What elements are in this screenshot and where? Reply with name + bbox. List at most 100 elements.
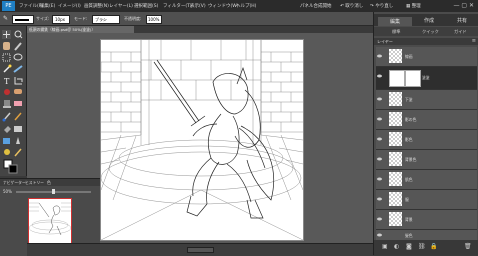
eraser-tool-icon <box>14 101 22 106</box>
eyedropper-tool-icon <box>14 42 22 51</box>
layer-mask-thumbnail <box>405 70 421 87</box>
zoom-slider[interactable] <box>16 189 91 194</box>
menu-help[interactable]: ヘルプ(H) <box>236 3 256 9</box>
pencil-tool-icon <box>14 148 22 157</box>
layer-row[interactable]: 線画 <box>376 47 477 67</box>
layer-row-active[interactable]: 塗塗 <box>376 67 477 90</box>
menu-layer[interactable]: レイヤー(L) <box>109 3 133 9</box>
size-value: 10px <box>55 17 65 22</box>
navigator-zoom: 50% <box>3 189 12 194</box>
redo-label: やり直し <box>375 4 394 9</box>
layer-row[interactable]: 肌色 <box>376 170 477 190</box>
layer-name: 線画 <box>405 54 413 59</box>
partner-button[interactable]: パネル合成開始 <box>300 3 332 9</box>
visibility-eye-icon[interactable] <box>377 157 382 161</box>
mode-select[interactable]: ブラシ <box>92 15 120 24</box>
layer-name: 肌色 <box>405 177 413 182</box>
trash-icon[interactable]: 🗑 <box>464 243 472 250</box>
menu-adjust[interactable]: 画質調整(N) <box>84 3 109 9</box>
zoom-tool-icon <box>14 30 23 39</box>
size-field[interactable]: 10px <box>52 15 70 24</box>
shape-tool-icon <box>3 138 10 144</box>
size-label: サイズ: <box>36 16 50 21</box>
layer-thumbnail <box>389 49 402 63</box>
visibility-eye-icon[interactable] <box>377 137 382 141</box>
crop-tool-icon <box>14 77 23 85</box>
tab-share[interactable]: 共有 <box>446 17 478 24</box>
adjustment-layer-icon[interactable]: ◐ <box>394 243 399 250</box>
mode-tabs: 編集 作成 共有 <box>374 14 478 26</box>
visibility-eye-icon[interactable] <box>377 74 382 78</box>
horizontal-scrollbar[interactable] <box>187 247 214 253</box>
menu-view[interactable]: 表示(V) <box>190 3 206 9</box>
tab-create[interactable]: 作成 <box>412 17 446 24</box>
layer-row[interactable]: 影の色 <box>376 110 477 130</box>
lasso-tool-icon <box>13 53 23 61</box>
layer-name: 髪色 <box>405 233 413 238</box>
layers-title: レイヤー <box>377 39 393 44</box>
mask-icon[interactable]: ◙ <box>406 243 412 250</box>
new-layer-icon[interactable]: ▣ <box>382 243 388 250</box>
layer-row[interactable]: 背景 <box>376 210 477 230</box>
zoom-slider-handle[interactable] <box>52 189 55 194</box>
visibility-eye-icon[interactable] <box>377 177 382 181</box>
tab-navigator[interactable]: ナビゲーター <box>3 180 26 186</box>
right-panel: 編集 作成 共有 標準 クイック ガイド レイヤー ≡ 線画 塗塗 下塗 影の色… <box>373 12 478 255</box>
organizer-button[interactable]: ▦ 整理 <box>406 3 421 9</box>
red-eye-tool-icon <box>4 89 10 95</box>
menu-select[interactable]: 選択範囲(S) <box>134 3 158 9</box>
spot-healing-tool-icon <box>14 89 22 94</box>
gradient-tool-icon <box>14 126 22 132</box>
subtab-quick[interactable]: クイック <box>422 29 439 35</box>
quick-select-tool-icon <box>13 65 23 73</box>
opacity-label: 不透明度: <box>124 16 142 21</box>
layer-row[interactable]: 背景色 <box>376 150 477 170</box>
marquee-tool-icon <box>2 53 11 62</box>
document-tab[interactable]: 低頭の鋼鉄（線画.psd＠ 50%(塗塗)） <box>27 26 134 33</box>
undo-button[interactable]: ↶ 取り消し <box>340 3 363 9</box>
tab-color[interactable]: 色 <box>47 180 51 186</box>
tools-grid: T <box>2 30 23 174</box>
tab-history[interactable]: ヒストリー <box>25 180 44 186</box>
background-color-swatch <box>8 164 18 174</box>
layers-footer: ▣ ◐ ◙ ⛓ 🔒 🗑 <box>374 240 478 255</box>
window-controls[interactable]: — ▢ ✕ <box>453 2 474 9</box>
navigator-thumbnail[interactable] <box>28 198 72 244</box>
blur-tool-icon <box>16 137 20 144</box>
layer-row[interactable]: 服 <box>376 190 477 210</box>
subtab-full[interactable]: 標準 <box>392 29 400 35</box>
sponge-tool-icon <box>4 149 10 155</box>
edit-subtabs: 標準 クイック ガイド <box>374 27 478 36</box>
layer-row[interactable]: 影色 <box>376 130 477 150</box>
menu-edit[interactable]: 編集(E) <box>40 3 55 9</box>
visibility-eye-icon[interactable] <box>377 217 382 221</box>
menu-window[interactable]: ウィンドウ(W) <box>208 3 238 9</box>
visibility-eye-icon[interactable] <box>377 97 382 101</box>
layer-row[interactable]: 下塗 <box>376 90 477 110</box>
link-icon[interactable]: ⛓ <box>418 243 426 250</box>
menu-image[interactable]: イメージ(I) <box>58 3 81 9</box>
panel-menu-icon[interactable]: ≡ <box>472 38 476 44</box>
layer-name: 塗塗 <box>422 75 430 80</box>
menu-filter[interactable]: フィルター(T) <box>163 3 192 9</box>
canvas[interactable] <box>100 39 304 241</box>
redo-button[interactable]: ↷ やり直し <box>370 3 393 9</box>
undo-label: 取り消し <box>345 4 364 9</box>
status-bar <box>27 243 373 256</box>
visibility-eye-icon[interactable] <box>377 54 382 58</box>
brush-tool-icon[interactable]: ✎ <box>3 15 8 22</box>
visibility-eye-icon[interactable] <box>377 233 382 237</box>
visibility-eye-icon[interactable] <box>377 197 382 201</box>
lock-icon[interactable]: 🔒 <box>430 243 437 250</box>
tool-panel: T <box>0 26 27 176</box>
opacity-field[interactable]: 100% <box>146 15 162 24</box>
svg-text:T: T <box>4 77 10 86</box>
brush-preset-picker[interactable] <box>12 15 34 24</box>
layer-thumbnail <box>389 192 402 206</box>
visibility-eye-icon[interactable] <box>377 117 382 121</box>
layer-thumbnail <box>389 132 402 146</box>
tab-edit[interactable]: 編集 <box>378 17 412 26</box>
subtab-guided[interactable]: ガイド <box>454 29 467 35</box>
layer-name: 下塗 <box>405 97 413 102</box>
layer-name: 背景 <box>405 217 413 222</box>
